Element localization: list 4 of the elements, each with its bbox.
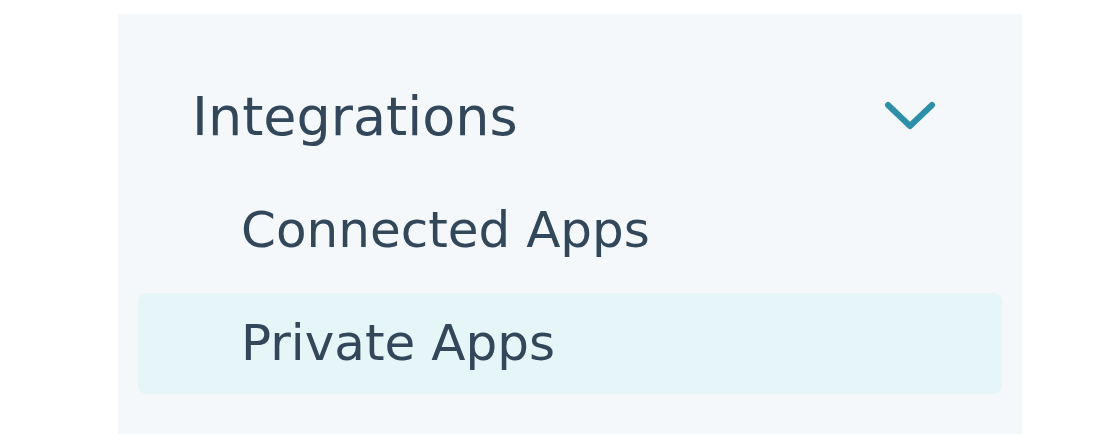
chevron-icon [884,101,936,131]
section-header[interactable]: Integrations [138,64,1002,168]
sidebar-item[interactable]: Connected Apps [138,180,1002,281]
sidebar-item[interactable]: Private Apps [138,293,1002,394]
